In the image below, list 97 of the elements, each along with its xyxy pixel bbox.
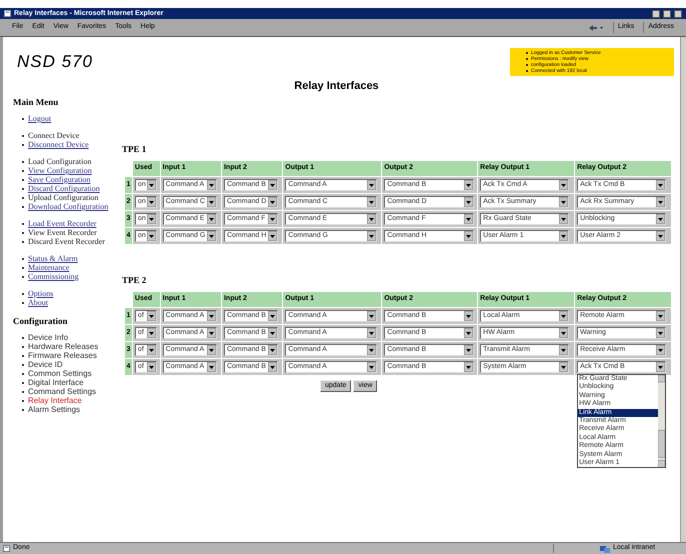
caret-icon [656,362,666,372]
page-title: Relay Interfaces [293,79,380,93]
caret-icon [206,328,216,338]
caret-icon [656,345,666,355]
menu-link[interactable]: Maintenance [28,263,70,272]
menu-item[interactable]: Digital Interface [28,378,84,387]
menu-link[interactable]: Logout [28,114,52,123]
caret-icon [146,180,156,190]
caret-icon [367,231,376,241]
caret-icon [367,214,376,224]
menu-item[interactable]: Firmware Releases [28,351,97,360]
menu-link[interactable]: Download Configuration [28,202,108,211]
caret-icon [464,231,474,241]
section-heading: TPE 2 [122,274,148,286]
caret-icon [559,197,568,207]
caret-icon [206,180,216,190]
menu-link[interactable]: Status & Alarm [28,254,78,263]
menu-item[interactable]: Common Settings [28,369,92,378]
caret-icon [146,197,156,207]
menu-text: Connect Device [28,131,80,140]
caret-icon [656,180,666,190]
caret-icon [367,362,376,372]
menu-item[interactable]: Relay Interface [28,396,82,405]
caret-icon [464,180,474,190]
caret-icon [206,197,216,207]
caret-icon [559,345,568,355]
minimize-icon[interactable] [652,10,660,18]
caret-icon [367,197,376,207]
scrollbar[interactable] [658,375,666,468]
caret-icon [146,362,156,372]
menu-link[interactable]: Options [28,289,54,298]
section-heading: Main Menu [13,96,60,108]
menu-text: Upload Configuration [28,193,98,202]
caret-icon [656,231,666,241]
caret-icon [464,328,474,338]
page-icon [4,10,11,17]
caret-icon [268,345,277,355]
caret-icon [268,197,277,207]
caret-icon [206,362,216,372]
caret-icon [268,231,277,241]
close-icon[interactable] [674,10,682,18]
caret-icon [367,328,376,338]
caret-icon [367,345,376,355]
caret-icon [559,231,568,241]
caret-icon [146,328,156,338]
caret-icon [464,197,474,207]
caret-icon [206,231,216,241]
menu-link[interactable]: Discard Configuration [28,184,100,193]
caret-icon [367,180,376,190]
caret-icon [206,345,216,355]
network-icon [600,544,610,552]
logo: NSD 570 [16,51,94,73]
caret-icon [656,311,666,321]
caret-icon [268,328,277,338]
caret-icon [206,311,216,321]
caret-icon [464,311,474,321]
menu-link[interactable]: Load Event Recorder [28,219,96,228]
caret-icon [268,180,277,190]
maximize-icon[interactable] [663,10,671,18]
caret-icon [464,214,474,224]
section-heading: Configuration [13,315,69,327]
menu-text: Load Configuration [28,157,92,166]
caret-icon [559,214,568,224]
caret-icon [464,345,474,355]
menu-link[interactable]: View Configuration [28,166,92,175]
menu-item[interactable]: Hardware Releases [28,342,98,351]
menu-item[interactable]: Device Info [28,333,68,342]
caret-icon [268,311,277,321]
caret-icon [559,328,568,338]
caret-icon [206,214,216,224]
caret-icon [656,328,666,338]
menu-link[interactable]: Save Configuration [28,175,90,184]
caret-icon [146,231,156,241]
caret-icon [559,180,568,190]
scrollbar[interactable] [680,37,686,542]
menu-link[interactable]: Commissioning [28,272,79,281]
caret-icon [559,362,568,372]
caret-icon [146,311,156,321]
caret-icon [268,214,277,224]
menu-link[interactable]: Disconnect Device [28,140,89,149]
caret-icon [656,197,666,207]
menu-item[interactable]: Alarm Settings [28,405,80,414]
menu-item[interactable]: Device ID [28,360,63,369]
caret-icon [146,345,156,355]
caret-icon [464,362,474,372]
caret-icon [559,311,568,321]
caret-icon [268,362,277,372]
back-icon[interactable] [588,24,604,32]
menu-text: View Event Recorder [28,228,97,237]
caret-icon [367,311,376,321]
section-heading: TPE 1 [122,143,148,155]
caret-icon [146,214,156,224]
menu-item[interactable]: Command Settings [28,387,96,396]
menu-link[interactable]: About [28,298,48,307]
menu-text: Discard Event Recorder [28,237,105,246]
page-icon [3,545,10,552]
caret-icon [656,214,666,224]
